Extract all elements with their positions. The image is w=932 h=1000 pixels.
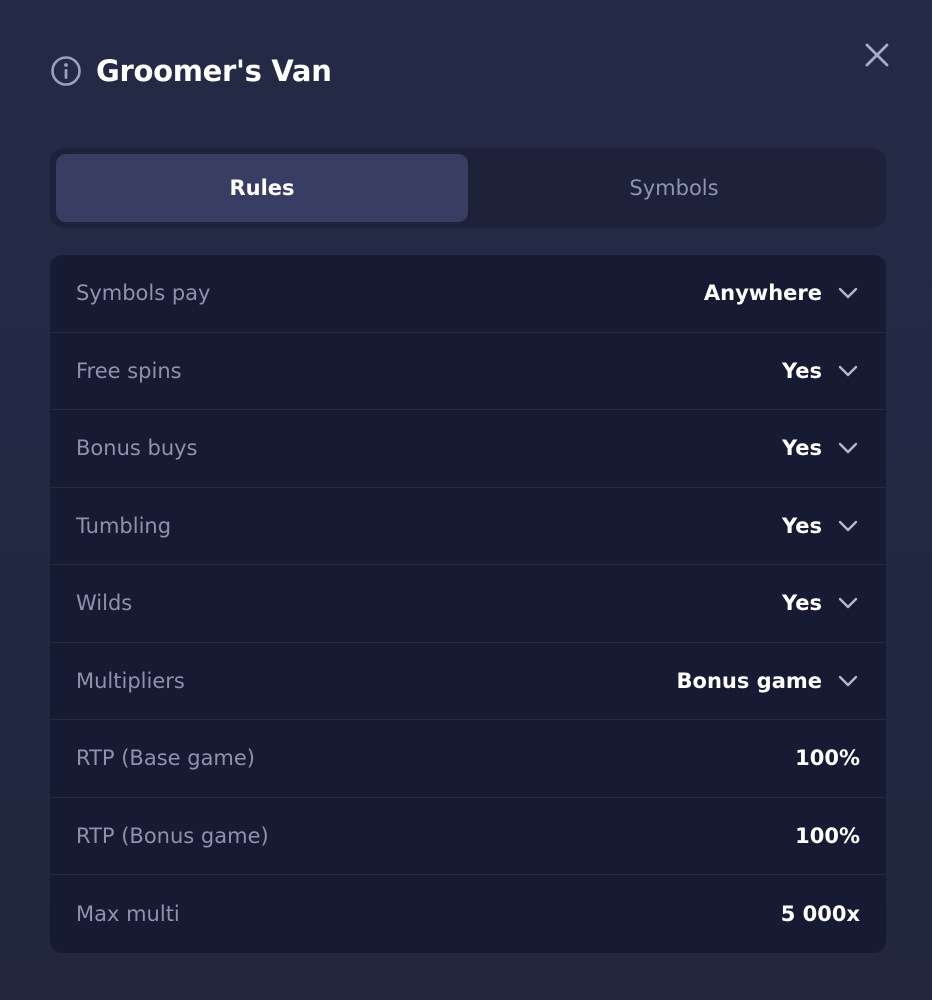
rule-value: 100% <box>795 746 860 771</box>
rule-row-wilds[interactable]: Wilds Yes <box>50 565 886 643</box>
rules-list: Symbols pay Anywhere Free spins Yes Bonu… <box>50 255 886 953</box>
chevron-down-icon[interactable] <box>836 514 860 538</box>
rule-value-group: Anywhere <box>704 281 860 305</box>
rule-row-tumbling[interactable]: Tumbling Yes <box>50 488 886 565</box>
rule-label: RTP (Bonus game) <box>76 823 269 848</box>
rule-label: Max multi <box>76 901 180 926</box>
rule-row-max-multi: Max multi 5 000x <box>50 875 886 953</box>
rule-value-group: 5 000x <box>781 902 860 926</box>
rule-row-rtp-bonus-game: RTP (Bonus game) 100% <box>50 798 886 875</box>
rule-label: Bonus buys <box>76 436 198 461</box>
rule-value: Yes <box>781 436 822 461</box>
rule-value: Yes <box>781 591 822 616</box>
rule-label: Multipliers <box>76 668 185 693</box>
close-button[interactable] <box>860 40 894 74</box>
tab-rules[interactable]: Rules <box>56 154 468 222</box>
rule-value: Yes <box>781 358 822 383</box>
rule-value: 100% <box>795 823 860 848</box>
rule-label: Free spins <box>76 358 182 383</box>
rule-label: Wilds <box>76 591 133 616</box>
rule-value-group: 100% <box>795 824 860 848</box>
rule-value-group: Yes <box>782 436 860 460</box>
rule-row-free-spins[interactable]: Free spins Yes <box>50 333 886 410</box>
chevron-down-icon[interactable] <box>836 436 860 460</box>
close-icon <box>863 41 891 73</box>
rule-value: Bonus game <box>676 668 822 693</box>
rule-label: RTP (Base game) <box>76 746 256 771</box>
rule-row-bonus-buys[interactable]: Bonus buys Yes <box>50 410 886 488</box>
tab-symbols[interactable]: Symbols <box>468 154 880 222</box>
page-title: Groomer's Van <box>96 54 332 88</box>
tab-bar: Rules Symbols <box>50 148 886 228</box>
rule-value: 5 000x <box>780 901 860 926</box>
rule-row-rtp-base-game: RTP (Base game) 100% <box>50 720 886 798</box>
rule-value-group: Yes <box>782 514 860 538</box>
rule-value-group: Bonus game <box>677 669 860 693</box>
rule-label: Symbols pay <box>76 281 211 306</box>
rule-value-group: Yes <box>782 591 860 615</box>
rule-value-group: Yes <box>782 359 860 383</box>
game-info-modal: Groomer's Van Rules Symbols Symbols pay … <box>0 0 932 1000</box>
rule-label: Tumbling <box>76 513 172 538</box>
chevron-down-icon[interactable] <box>836 591 860 615</box>
rule-value-group: 100% <box>795 746 860 770</box>
rule-value: Yes <box>781 513 822 538</box>
chevron-down-icon[interactable] <box>836 359 860 383</box>
rule-value: Anywhere <box>703 281 822 306</box>
chevron-down-icon[interactable] <box>836 669 860 693</box>
rule-row-symbols-pay[interactable]: Symbols pay Anywhere <box>50 255 886 333</box>
chevron-down-icon[interactable] <box>836 281 860 305</box>
modal-header: Groomer's Van <box>50 52 332 90</box>
info-circle-icon <box>50 55 82 87</box>
rule-row-multipliers[interactable]: Multipliers Bonus game <box>50 643 886 720</box>
